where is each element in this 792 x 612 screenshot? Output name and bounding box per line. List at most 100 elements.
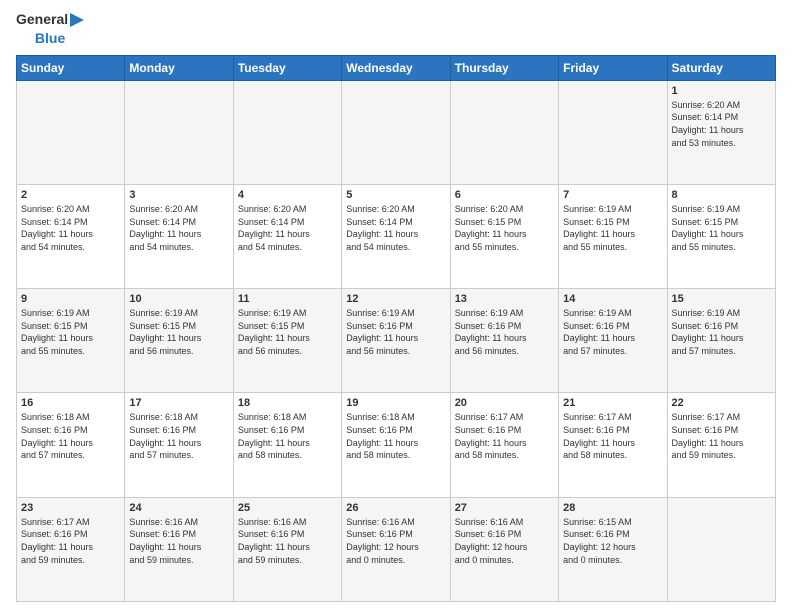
day-cell: 3 Sunrise: 6:20 AM Sunset: 6:14 PM Daylig… xyxy=(125,185,233,289)
day-number: 18 xyxy=(238,397,337,409)
day-number: 9 xyxy=(21,293,120,305)
day-cell xyxy=(125,80,233,184)
header: General Blue xyxy=(16,12,776,47)
day-number: 23 xyxy=(21,502,120,514)
day-number: 14 xyxy=(563,293,662,305)
weekday-header-friday: Friday xyxy=(559,55,667,80)
day-cell xyxy=(667,497,775,601)
day-number: 5 xyxy=(346,189,445,201)
day-info: Sunrise: 6:18 AM Sunset: 6:16 PM Dayligh… xyxy=(238,411,337,461)
day-cell: 19Sunrise: 6:18 AM Sunset: 6:16 PM Dayli… xyxy=(342,393,450,497)
page: General Blue SundayMondayTuesdayWednesday… xyxy=(0,0,792,612)
day-info: Sunrise: 6:20 AM Sunset: 6:14 PM Dayligh… xyxy=(238,203,337,253)
day-number: 20 xyxy=(455,397,554,409)
day-number: 10 xyxy=(129,293,228,305)
day-cell: 14 Sunrise: 6:19 AM Sunset: 6:16 PM Dayli… xyxy=(559,289,667,393)
day-cell: 25 Sunrise: 6:16 AM Sunset: 6:16 PM Dayli… xyxy=(233,497,341,601)
day-number: 17 xyxy=(129,397,228,409)
day-number: 28 xyxy=(563,502,662,514)
week-row-4: 23 Sunrise: 6:17 AM Sunset: 6:16 PM Dayli… xyxy=(17,497,776,601)
day-info: Sunrise: 6:16 AM Sunset: 6:16 PM Dayligh… xyxy=(346,516,445,566)
day-info: Sunrise: 6:17 AM Sunset: 6:16 PM Dayligh… xyxy=(455,411,554,461)
day-info: Sunrise: 6:20 AM Sunset: 6:15 PM Dayligh… xyxy=(455,203,554,253)
day-info: Sunrise: 6:19 AM Sunset: 6:16 PM Dayligh… xyxy=(346,307,445,357)
day-number: 13 xyxy=(455,293,554,305)
day-cell: 6 Sunrise: 6:20 AM Sunset: 6:15 PM Daylig… xyxy=(450,185,558,289)
day-info: Sunrise: 6:17 AM Sunset: 6:16 PM Dayligh… xyxy=(563,411,662,461)
day-number: 26 xyxy=(346,502,445,514)
day-info: Sunrise: 6:16 AM Sunset: 6:16 PM Dayligh… xyxy=(129,516,228,566)
day-cell: 7 Sunrise: 6:19 AM Sunset: 6:15 PM Daylig… xyxy=(559,185,667,289)
day-info: Sunrise: 6:19 AM Sunset: 6:15 PM Dayligh… xyxy=(21,307,120,357)
day-cell: 4Sunrise: 6:20 AM Sunset: 6:14 PM Daylig… xyxy=(233,185,341,289)
day-number: 8 xyxy=(672,189,771,201)
day-info: Sunrise: 6:19 AM Sunset: 6:15 PM Dayligh… xyxy=(563,203,662,253)
day-info: Sunrise: 6:19 AM Sunset: 6:15 PM Dayligh… xyxy=(672,203,771,253)
day-cell xyxy=(450,80,558,184)
day-cell: 1Sunrise: 6:20 AM Sunset: 6:14 PM Daylig… xyxy=(667,80,775,184)
day-number: 24 xyxy=(129,502,228,514)
day-cell: 9 Sunrise: 6:19 AM Sunset: 6:15 PM Daylig… xyxy=(17,289,125,393)
day-info: Sunrise: 6:18 AM Sunset: 6:16 PM Dayligh… xyxy=(21,411,120,461)
day-number: 22 xyxy=(672,397,771,409)
day-number: 27 xyxy=(455,502,554,514)
week-row-2: 9 Sunrise: 6:19 AM Sunset: 6:15 PM Daylig… xyxy=(17,289,776,393)
day-cell: 26 Sunrise: 6:16 AM Sunset: 6:16 PM Dayli… xyxy=(342,497,450,601)
weekday-header-monday: Monday xyxy=(125,55,233,80)
day-cell: 11Sunrise: 6:19 AM Sunset: 6:15 PM Dayli… xyxy=(233,289,341,393)
day-number: 19 xyxy=(346,397,445,409)
logo-general: General xyxy=(16,12,68,27)
day-cell: 22 Sunrise: 6:17 AM Sunset: 6:16 PM Dayli… xyxy=(667,393,775,497)
day-info: Sunrise: 6:16 AM Sunset: 6:16 PM Dayligh… xyxy=(238,516,337,566)
day-cell: 8 Sunrise: 6:19 AM Sunset: 6:15 PM Daylig… xyxy=(667,185,775,289)
day-info: Sunrise: 6:19 AM Sunset: 6:15 PM Dayligh… xyxy=(129,307,228,357)
day-info: Sunrise: 6:20 AM Sunset: 6:14 PM Dayligh… xyxy=(129,203,228,253)
day-info: Sunrise: 6:17 AM Sunset: 6:16 PM Dayligh… xyxy=(672,411,771,461)
day-info: Sunrise: 6:16 AM Sunset: 6:16 PM Dayligh… xyxy=(455,516,554,566)
weekday-header-sunday: Sunday xyxy=(17,55,125,80)
day-cell xyxy=(17,80,125,184)
day-cell: 15Sunrise: 6:19 AM Sunset: 6:16 PM Dayli… xyxy=(667,289,775,393)
week-row-1: 2 Sunrise: 6:20 AM Sunset: 6:14 PM Daylig… xyxy=(17,185,776,289)
day-cell xyxy=(342,80,450,184)
day-number: 1 xyxy=(672,85,771,97)
day-cell: 24 Sunrise: 6:16 AM Sunset: 6:16 PM Dayli… xyxy=(125,497,233,601)
day-cell: 21 Sunrise: 6:17 AM Sunset: 6:16 PM Dayli… xyxy=(559,393,667,497)
day-cell: 5 Sunrise: 6:20 AM Sunset: 6:14 PM Daylig… xyxy=(342,185,450,289)
weekday-header-wednesday: Wednesday xyxy=(342,55,450,80)
day-cell: 23 Sunrise: 6:17 AM Sunset: 6:16 PM Dayli… xyxy=(17,497,125,601)
day-number: 12 xyxy=(346,293,445,305)
day-cell: 13Sunrise: 6:19 AM Sunset: 6:16 PM Dayli… xyxy=(450,289,558,393)
day-number: 21 xyxy=(563,397,662,409)
day-number: 7 xyxy=(563,189,662,201)
weekday-header-row: SundayMondayTuesdayWednesdayThursdayFrid… xyxy=(17,55,776,80)
week-row-0: 1Sunrise: 6:20 AM Sunset: 6:14 PM Daylig… xyxy=(17,80,776,184)
day-number: 6 xyxy=(455,189,554,201)
day-number: 2 xyxy=(21,189,120,201)
day-number: 25 xyxy=(238,502,337,514)
day-cell: 18 Sunrise: 6:18 AM Sunset: 6:16 PM Dayli… xyxy=(233,393,341,497)
day-cell: 27 Sunrise: 6:16 AM Sunset: 6:16 PM Dayli… xyxy=(450,497,558,601)
day-cell xyxy=(559,80,667,184)
calendar: SundayMondayTuesdayWednesdayThursdayFrid… xyxy=(16,55,776,602)
day-cell: 12 Sunrise: 6:19 AM Sunset: 6:16 PM Dayli… xyxy=(342,289,450,393)
weekday-header-thursday: Thursday xyxy=(450,55,558,80)
day-info: Sunrise: 6:20 AM Sunset: 6:14 PM Dayligh… xyxy=(21,203,120,253)
day-cell: 10 Sunrise: 6:19 AM Sunset: 6:15 PM Dayli… xyxy=(125,289,233,393)
day-number: 15 xyxy=(672,293,771,305)
weekday-header-tuesday: Tuesday xyxy=(233,55,341,80)
day-number: 3 xyxy=(129,189,228,201)
day-cell xyxy=(233,80,341,184)
day-cell: 2 Sunrise: 6:20 AM Sunset: 6:14 PM Daylig… xyxy=(17,185,125,289)
day-number: 11 xyxy=(238,293,337,305)
day-cell: 16 Sunrise: 6:18 AM Sunset: 6:16 PM Dayli… xyxy=(17,393,125,497)
day-cell: 20 Sunrise: 6:17 AM Sunset: 6:16 PM Dayli… xyxy=(450,393,558,497)
logo-blue: Blue xyxy=(35,31,65,46)
day-cell: 17Sunrise: 6:18 AM Sunset: 6:16 PM Dayli… xyxy=(125,393,233,497)
day-cell: 28Sunrise: 6:15 AM Sunset: 6:16 PM Dayli… xyxy=(559,497,667,601)
week-row-3: 16 Sunrise: 6:18 AM Sunset: 6:16 PM Dayli… xyxy=(17,393,776,497)
day-info: Sunrise: 6:17 AM Sunset: 6:16 PM Dayligh… xyxy=(21,516,120,566)
day-info: Sunrise: 6:20 AM Sunset: 6:14 PM Dayligh… xyxy=(346,203,445,253)
day-number: 16 xyxy=(21,397,120,409)
day-info: Sunrise: 6:19 AM Sunset: 6:16 PM Dayligh… xyxy=(563,307,662,357)
